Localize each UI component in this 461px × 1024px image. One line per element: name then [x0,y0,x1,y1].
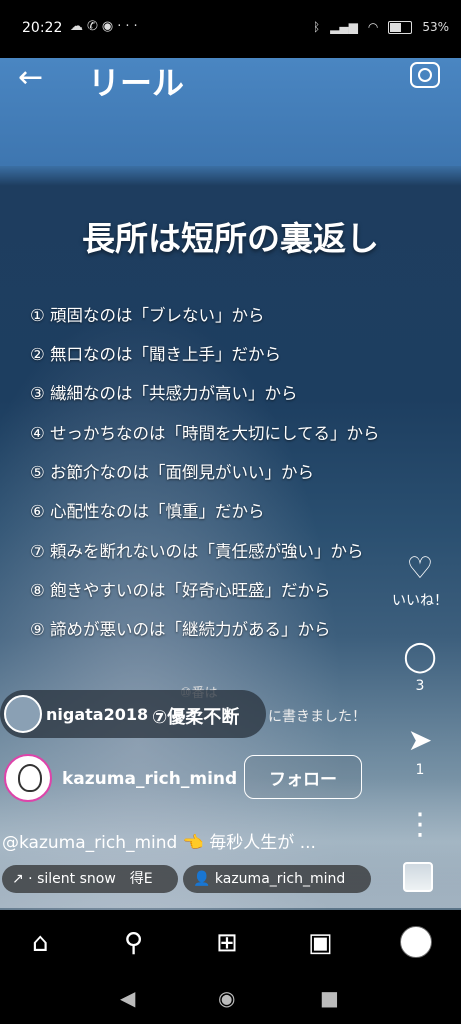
author-avatar[interactable] [4,754,52,802]
audio-chip[interactable]: ↗ · silent snow 得E [2,865,178,893]
create-icon[interactable]: ⊞ [216,928,238,958]
reel-list-item: ② 無口なのは「聞き上手」だから [30,345,282,364]
reel-list-item: ③ 繊細なのは「共感力が高い」から [30,384,298,403]
system-back-icon[interactable]: ◀ [120,986,135,1010]
system-home-icon[interactable]: ◉ [218,986,235,1010]
tagged-user-avatar[interactable] [4,695,42,733]
follow-button[interactable]: フォロー [244,755,362,799]
battery-percent: 53% [422,20,449,34]
tagged-text: ⑦優柔不断 [152,707,240,728]
video-sky [0,58,461,166]
system-recents-icon[interactable]: ■ [320,986,339,1010]
profile-avatar[interactable] [400,926,432,958]
home-icon[interactable]: ⌂ [32,928,49,958]
wifi-icon: ◠ [367,20,379,34]
camera-icon[interactable] [410,62,440,88]
user-chip-label: kazuma_rich_mind [214,871,346,887]
status-time: 20:22 [22,20,63,36]
like-action[interactable]: ♡ いいね！ [390,554,450,610]
battery-icon [388,20,413,34]
audio-thumbnail[interactable] [403,862,433,892]
bottom-navigation: ⌂ ⚲ ⊞ ▣ [0,910,461,974]
comment-icon[interactable]: ◯ [390,642,450,672]
more-action[interactable]: ⋮ [390,810,450,840]
reel-list-item: ① 頑固なのは「ブレない」から [30,306,265,325]
author-username[interactable]: kazuma_rich_mind [62,769,237,789]
tagged-username[interactable]: nigata2018 [46,705,148,724]
reel-list-item: ⑨ 諦めが悪いのは「継続力がある」から [30,620,331,639]
reel-description[interactable]: @kazuma_rich_mind 👈 毎秒人生が ... [2,828,316,853]
reel-list-item: ⑥ 心配性なのは「慎重」だから [30,502,265,521]
status-bar: 20:22 ☁✆◉··· ᛒ ▂▄▆ ◠ 53% [0,0,461,58]
reel-list-item: ④ せっかちなのは「時間を大切にしてる」から [30,424,380,443]
reel-list-item: ⑦ 頼みを断れないのは「責任感が強い」から [30,542,364,561]
like-label: いいね！ [392,593,448,609]
avatar-face-icon [18,764,42,792]
bluetooth-icon: ᛒ [312,20,321,34]
system-status-icons: ᛒ ▂▄▆ ◠ 53% [313,20,449,34]
more-vertical-icon[interactable]: ⋮ [390,810,450,840]
share-count: 1 [415,762,425,778]
system-navigation: ◀ ◉ ■ [0,974,461,1024]
signal-icon: ▂▄▆ [330,20,358,34]
back-arrow-icon[interactable]: ← [18,60,43,95]
send-icon[interactable]: ➤ [390,726,450,756]
page-title: リール [88,64,185,102]
reel-headline: 長所は短所の裏返し [82,219,379,258]
comment-action[interactable]: ◯ 3 [390,642,450,695]
heart-icon[interactable]: ♡ [390,554,450,584]
reels-icon[interactable]: ▣ [308,928,333,958]
search-icon[interactable]: ⚲ [124,928,143,958]
user-chip[interactable]: 👤 kazuma_rich_mind [183,865,371,893]
tenth-caption-tail: に書きました！ [268,709,366,725]
notification-icons: ☁✆◉··· [70,19,142,34]
person-icon: 👤 [193,871,215,887]
reel-list-item: ⑧ 飽きやすいのは「好奇心旺盛」だから [30,581,331,600]
comment-count: 3 [415,678,425,694]
reel-list-item: ⑤ お節介なのは「面倒見がいい」から [30,463,315,482]
share-action[interactable]: ➤ 1 [390,726,450,779]
